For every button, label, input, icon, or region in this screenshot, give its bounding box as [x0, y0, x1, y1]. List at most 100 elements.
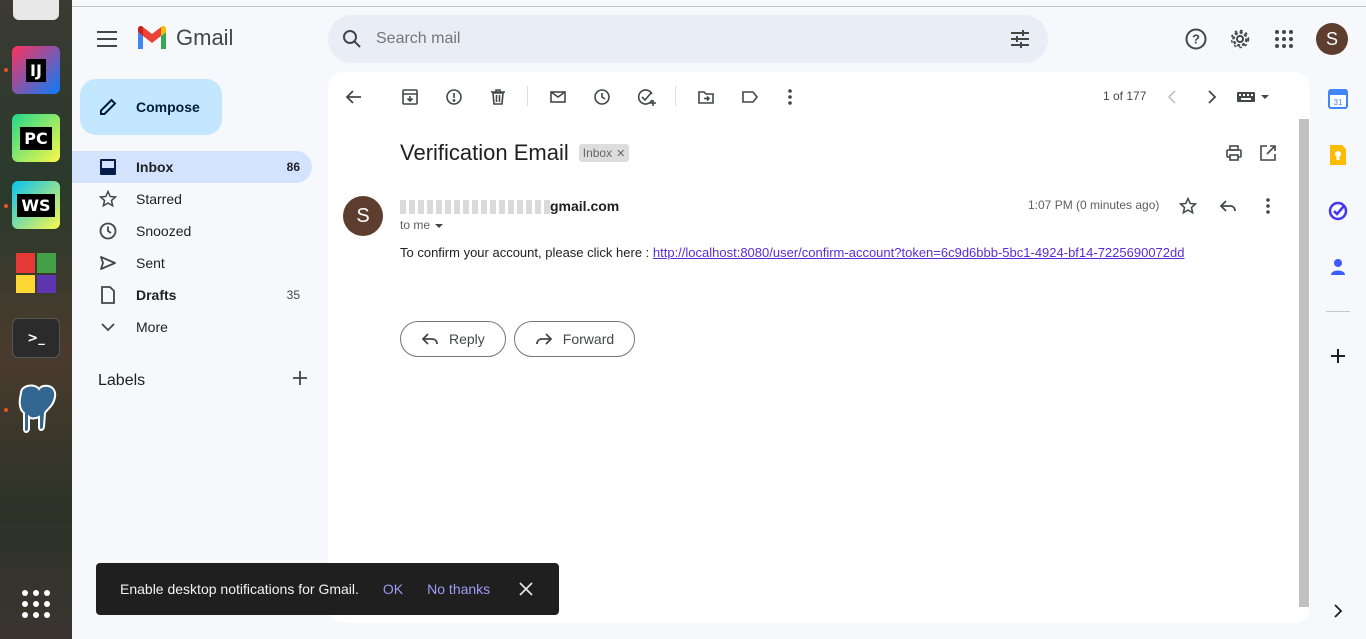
snooze-clock-icon[interactable]: [588, 83, 616, 111]
add-label-icon[interactable]: [292, 370, 308, 391]
no-thanks-button[interactable]: No thanks: [427, 581, 490, 597]
clock-icon: [98, 221, 118, 241]
office-app-icon[interactable]: [12, 249, 60, 297]
keep-notes-icon[interactable]: [1326, 143, 1350, 167]
close-icon[interactable]: [514, 582, 538, 596]
inbox-label-chip[interactable]: Inbox ✕: [578, 144, 630, 162]
apps-grid-icon[interactable]: [1268, 23, 1300, 55]
toolbar-divider: [527, 86, 528, 106]
scrollbar-thumb[interactable]: [1299, 119, 1309, 607]
sender-address[interactable]: gmail.com: [400, 198, 619, 215]
sidebar-item-drafts[interactable]: Drafts 35: [72, 279, 312, 311]
sidebar-item-label: Snoozed: [136, 223, 192, 239]
main-menu-button[interactable]: [92, 23, 124, 55]
close-icon[interactable]: ✕: [616, 147, 625, 160]
chevron-right-icon[interactable]: [1198, 83, 1226, 111]
terminal-app-icon[interactable]: >_: [12, 318, 60, 358]
pycharm-app-label: PC: [20, 126, 52, 150]
sender-avatar[interactable]: S: [343, 196, 383, 236]
send-icon: [98, 253, 118, 273]
account-avatar[interactable]: S: [1316, 23, 1348, 55]
draft-count: 35: [286, 288, 300, 302]
unread-count: 86: [286, 160, 300, 174]
hamburger-icon: [97, 31, 117, 47]
reply-arrow-icon: [421, 333, 438, 345]
draft-icon: [98, 285, 118, 305]
running-indicator: [4, 68, 8, 72]
message-panel: 1 of 177 Verification Email Inbox ✕ S gm…: [328, 72, 1310, 623]
help-icon[interactable]: ?: [1180, 23, 1212, 55]
label-tag-icon[interactable]: [736, 83, 764, 111]
forward-label: Forward: [562, 331, 615, 347]
search-bar[interactable]: [328, 15, 1048, 63]
search-options-icon[interactable]: [992, 29, 1048, 49]
svg-text:31: 31: [1334, 98, 1343, 107]
dock-app-top[interactable]: [13, 0, 59, 20]
search-input[interactable]: [376, 30, 992, 48]
reply-actions: Reply Forward: [400, 321, 636, 357]
sidebar-item-label: More: [136, 319, 168, 335]
contacts-icon[interactable]: [1326, 255, 1350, 279]
confirm-account-link[interactable]: http://localhost:8080/user/confirm-accou…: [653, 245, 1185, 260]
print-icon[interactable]: [1220, 139, 1248, 167]
recipient-details[interactable]: to me: [400, 218, 444, 232]
keyboard-input-icon[interactable]: [1234, 83, 1274, 111]
chevron-left-icon[interactable]: [1158, 83, 1186, 111]
sidebar-item-snoozed[interactable]: Snoozed: [72, 215, 312, 247]
mark-unread-icon[interactable]: [544, 83, 572, 111]
reply-arrow-icon[interactable]: [1216, 194, 1240, 218]
forward-button[interactable]: Forward: [513, 321, 636, 357]
intellij-app-icon[interactable]: IJ: [12, 46, 60, 94]
notification-snackbar: Enable desktop notifications for Gmail. …: [96, 563, 559, 615]
pencil-icon: [100, 98, 117, 115]
add-task-icon[interactable]: [632, 83, 660, 111]
star-icon[interactable]: [1176, 194, 1200, 218]
webstorm-app-icon[interactable]: WS: [12, 181, 60, 229]
pycharm-app-icon[interactable]: PC: [12, 114, 60, 162]
webstorm-app-label: WS: [17, 193, 55, 217]
calendar-icon[interactable]: 31: [1326, 87, 1350, 111]
delete-trash-icon[interactable]: [484, 83, 512, 111]
labels-title: Labels: [98, 371, 146, 389]
more-vert-icon[interactable]: [1256, 194, 1280, 218]
compose-button[interactable]: Compose: [80, 79, 222, 135]
svg-text:?: ?: [1192, 32, 1200, 47]
body-text: To confirm your account, please click he…: [400, 245, 653, 260]
open-in-new-window-icon[interactable]: [1254, 139, 1282, 167]
search-icon[interactable]: [328, 29, 376, 49]
app-dock: IJ PC WS >_: [0, 0, 72, 639]
report-spam-icon[interactable]: [440, 83, 468, 111]
labels-header: Labels: [98, 370, 308, 391]
sidebar-item-inbox[interactable]: Inbox 86: [72, 151, 312, 183]
archive-icon[interactable]: [396, 83, 424, 111]
sidebar-item-more[interactable]: More: [72, 311, 312, 343]
settings-gear-icon[interactable]: [1224, 23, 1256, 55]
message-timestamp: 1:07 PM (0 minutes ago): [1028, 198, 1160, 212]
chevron-right-icon[interactable]: [1326, 599, 1350, 623]
rail-divider: [1326, 311, 1350, 312]
redacted-sender-name: [400, 200, 550, 215]
inbox-label-text: Inbox: [582, 146, 613, 160]
sidebar-item-sent[interactable]: Sent: [72, 247, 312, 279]
pagination-text: 1 of 177: [1103, 89, 1147, 103]
tasks-icon[interactable]: [1326, 199, 1350, 223]
add-addon-icon[interactable]: [1326, 344, 1350, 368]
sidebar-item-starred[interactable]: Starred: [72, 183, 312, 215]
ok-button[interactable]: OK: [383, 581, 403, 597]
snackbar-message: Enable desktop notifications for Gmail.: [120, 581, 359, 597]
message-toolbar: 1 of 177: [328, 72, 1310, 120]
sidebar-item-label: Inbox: [136, 159, 174, 175]
postgres-app-icon[interactable]: [12, 384, 60, 433]
compose-label: Compose: [136, 99, 200, 115]
back-arrow-icon[interactable]: [340, 83, 368, 111]
terminal-app-label: >_: [27, 330, 45, 346]
app-name: Gmail: [176, 25, 234, 50]
message-subject-row: Verification Email Inbox ✕: [400, 140, 630, 166]
move-to-folder-icon[interactable]: [692, 83, 720, 111]
gmail-logo[interactable]: Gmail: [136, 25, 233, 51]
app-grid-icon[interactable]: [12, 580, 60, 628]
chevron-down-icon: [98, 317, 118, 337]
more-vert-icon[interactable]: [776, 83, 804, 111]
toolbar-divider: [675, 86, 676, 106]
reply-button[interactable]: Reply: [400, 321, 506, 357]
